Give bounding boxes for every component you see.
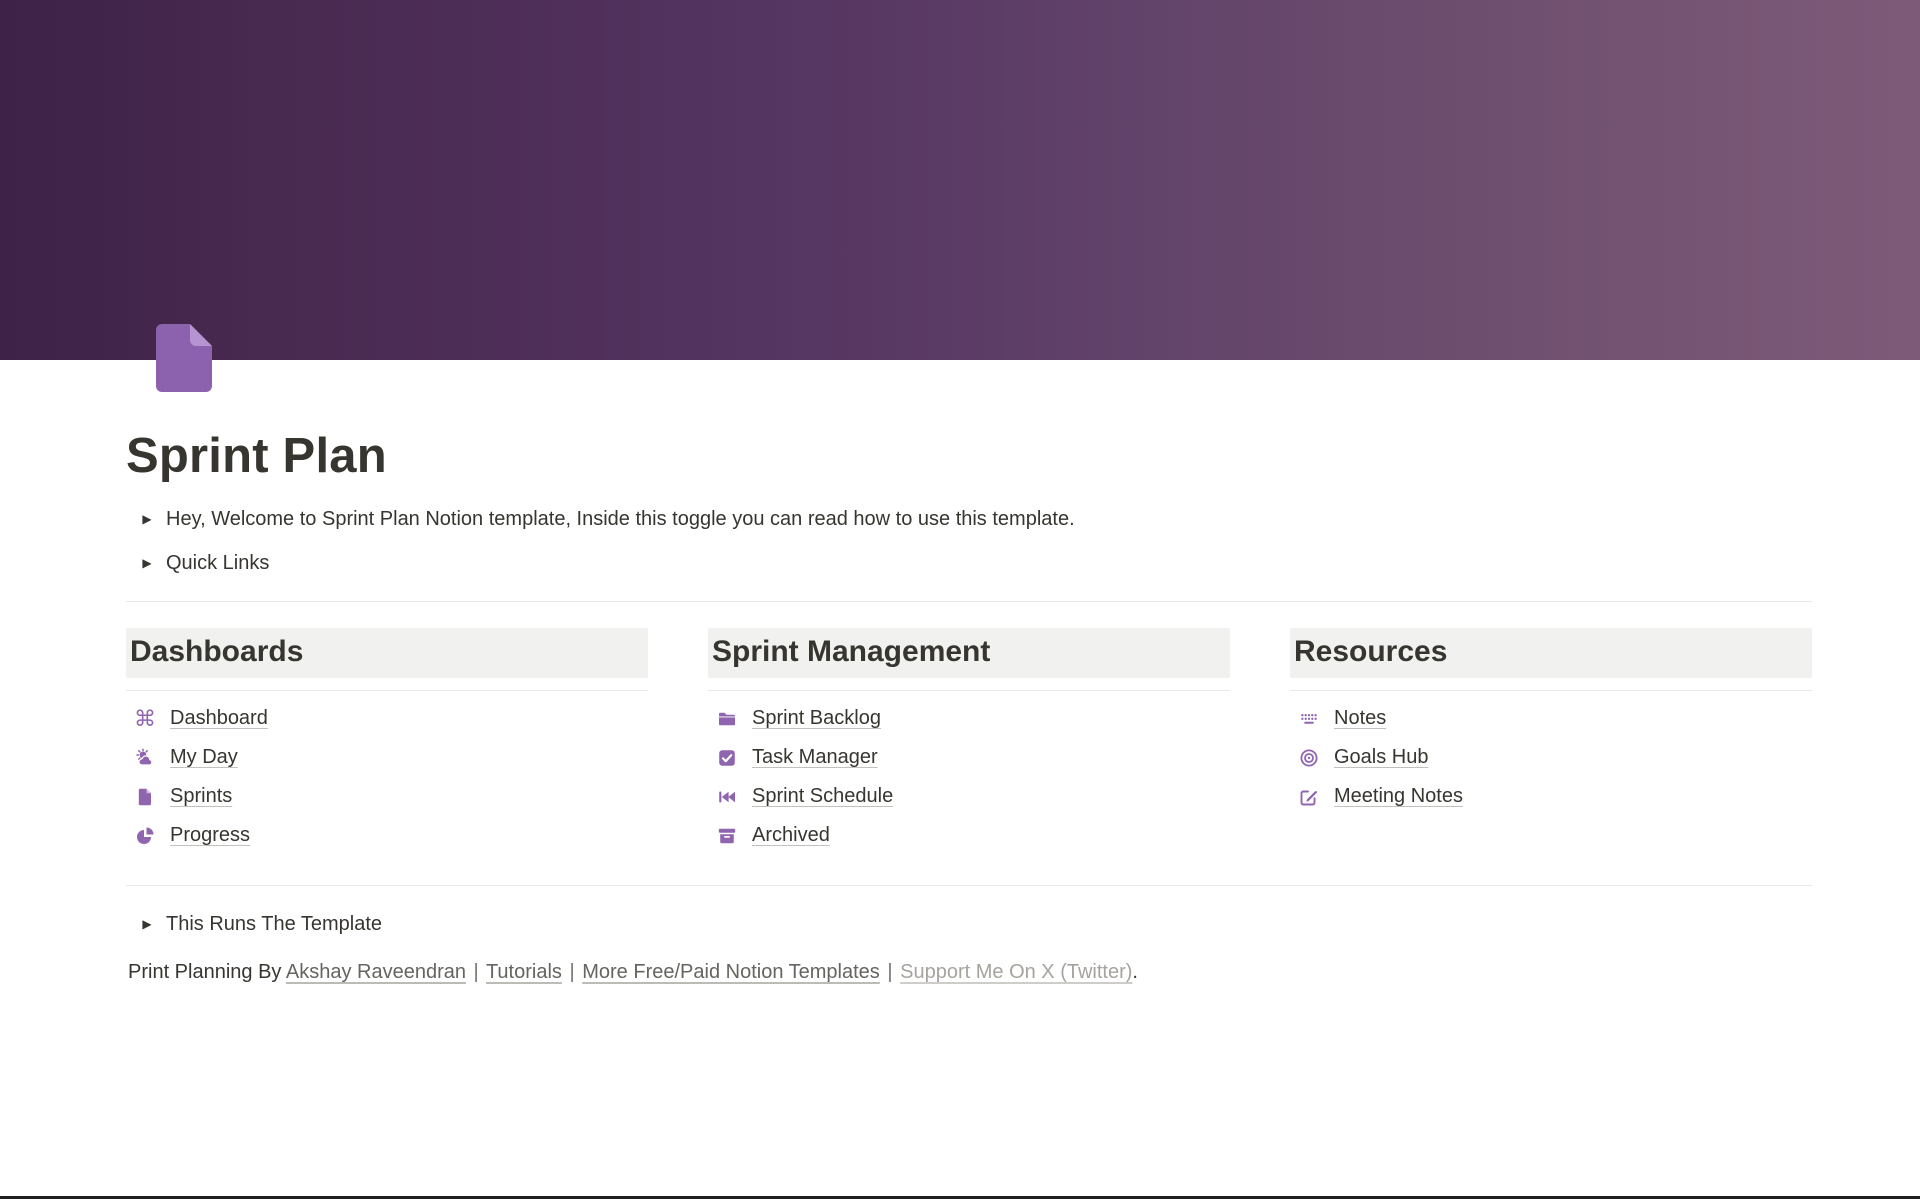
footer-separator: | [569, 961, 574, 983]
divider [126, 601, 1812, 602]
link-goals-hub[interactable]: Goals Hub [1290, 738, 1812, 777]
columns-section: Dashboards ⌘ Dashboard [126, 628, 1812, 855]
link-label[interactable]: Sprint Backlog [752, 707, 881, 730]
divider [126, 885, 1812, 886]
toggle-runs-template[interactable]: ▶ This Runs The Template [126, 902, 1812, 946]
footer-credits: Print Planning By Akshay Raveendran | Tu… [128, 948, 1812, 996]
page-content: Sprint Plan ▶ Hey, Welcome to Sprint Pla… [0, 318, 1920, 996]
document-page-icon [148, 318, 226, 396]
toggle-triangle-icon[interactable]: ▶ [134, 915, 160, 933]
toggle-quick-links-label: Quick Links [166, 548, 269, 578]
archive-icon [716, 825, 738, 847]
link-label[interactable]: Archived [752, 824, 830, 847]
link-notes[interactable]: Notes [1290, 699, 1812, 738]
command-icon: ⌘ [134, 708, 156, 730]
pie-chart-icon [134, 825, 156, 847]
link-label[interactable]: My Day [170, 746, 238, 769]
page-cover [0, 0, 1920, 360]
link-sprints[interactable]: Sprints [126, 777, 648, 816]
folder-icon [716, 708, 738, 730]
divider [708, 690, 1230, 691]
divider [1290, 690, 1812, 691]
footer-period: . [1132, 961, 1138, 983]
link-label[interactable]: Sprints [170, 785, 232, 808]
column-heading-sprint-management: Sprint Management [708, 628, 1230, 678]
link-dashboard[interactable]: ⌘ Dashboard [126, 699, 648, 738]
keyboard-icon [1298, 708, 1320, 730]
toggle-welcome-label: Hey, Welcome to Sprint Plan Notion templ… [166, 504, 1075, 534]
sun-cloud-icon [134, 747, 156, 769]
edit-note-icon [1298, 786, 1320, 808]
footer-link-author[interactable]: Akshay Raveendran [286, 961, 466, 983]
column-sprint-management: Sprint Management Sprint Backlog [708, 628, 1230, 855]
link-label[interactable]: Progress [170, 824, 250, 847]
toggle-triangle-icon[interactable]: ▶ [134, 510, 160, 528]
target-icon [1298, 747, 1320, 769]
footer-prefix: Print Planning By [128, 961, 281, 983]
command-glyph: ⌘ [134, 708, 156, 730]
link-my-day[interactable]: My Day [126, 738, 648, 777]
link-label[interactable]: Notes [1334, 707, 1386, 730]
link-progress[interactable]: Progress [126, 816, 648, 855]
column-heading-dashboards: Dashboards [126, 628, 648, 678]
divider [126, 690, 648, 691]
link-label[interactable]: Dashboard [170, 707, 268, 730]
link-label[interactable]: Meeting Notes [1334, 785, 1463, 808]
column-heading-resources: Resources [1290, 628, 1812, 678]
page-title: Sprint Plan [126, 426, 1812, 487]
footer-separator: | [474, 961, 479, 983]
toggle-triangle-icon[interactable]: ▶ [134, 554, 160, 572]
link-meeting-notes[interactable]: Meeting Notes [1290, 777, 1812, 816]
link-sprint-backlog[interactable]: Sprint Backlog [708, 699, 1230, 738]
rewind-icon [716, 786, 738, 808]
page-icon[interactable] [148, 318, 226, 396]
footer-link-tutorials[interactable]: Tutorials [486, 961, 562, 983]
footer-separator: | [887, 961, 892, 983]
column-dashboards: Dashboards ⌘ Dashboard [126, 628, 648, 855]
column-resources: Resources Notes [1290, 628, 1812, 855]
toggle-welcome[interactable]: ▶ Hey, Welcome to Sprint Plan Notion tem… [126, 497, 1812, 541]
footer-link-more-templates[interactable]: More Free/Paid Notion Templates [582, 961, 880, 983]
link-sprint-schedule[interactable]: Sprint Schedule [708, 777, 1230, 816]
link-task-manager[interactable]: Task Manager [708, 738, 1230, 777]
toggle-quick-links[interactable]: ▶ Quick Links [126, 541, 1812, 585]
document-icon [134, 786, 156, 808]
checkbox-icon [716, 747, 738, 769]
link-label[interactable]: Goals Hub [1334, 746, 1429, 769]
toggle-runs-template-label: This Runs The Template [166, 909, 382, 939]
footer-link-support[interactable]: Support Me On X (Twitter) [900, 961, 1132, 983]
link-archived[interactable]: Archived [708, 816, 1230, 855]
link-label[interactable]: Sprint Schedule [752, 785, 893, 808]
link-label[interactable]: Task Manager [752, 746, 878, 769]
